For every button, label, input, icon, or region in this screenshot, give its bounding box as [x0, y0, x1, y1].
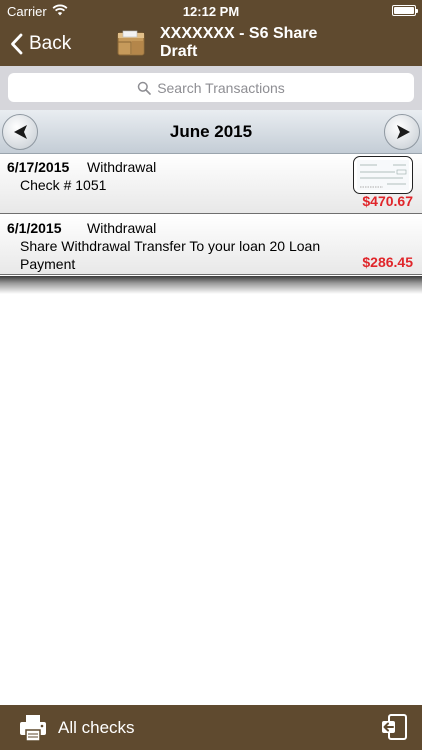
- bottom-toolbar: All checks: [0, 705, 422, 750]
- check-image-icon: [357, 160, 409, 190]
- clock: 12:12 PM: [182, 4, 240, 19]
- search-bar: Search Transactions: [0, 66, 422, 110]
- transaction-description: Share Withdrawal Transfer To your loan 2…: [20, 238, 321, 272]
- transaction-amount: $470.67: [362, 193, 413, 209]
- header: Carrier 12:12 PM Back XXXXXXX - S6 Share…: [0, 0, 422, 66]
- status-bar: Carrier 12:12 PM: [0, 0, 422, 22]
- transaction-amount: $286.45: [362, 254, 413, 270]
- transaction-row[interactable]: 6/1/2015 Withdrawal Share Withdrawal Tra…: [0, 215, 422, 275]
- all-checks-label: All checks: [58, 718, 135, 737]
- page-title: XXXXXXX - S6 Share Draft: [160, 25, 318, 60]
- search-icon: [137, 81, 151, 95]
- transaction-type: Withdrawal: [87, 159, 157, 175]
- transaction-date: 6/17/2015: [7, 159, 70, 175]
- battery-icon: [392, 5, 418, 16]
- wallet-icon: [117, 30, 145, 56]
- search-placeholder: Search Transactions: [157, 79, 285, 96]
- transaction-description: Check # 1051: [20, 177, 107, 193]
- search-input[interactable]: Search Transactions: [8, 73, 414, 102]
- transaction-type: Withdrawal: [87, 220, 157, 236]
- all-checks-button[interactable]: All checks: [18, 712, 135, 744]
- next-month-button[interactable]: [384, 114, 420, 150]
- chevron-left-icon: [11, 33, 23, 55]
- back-button[interactable]: Back: [10, 32, 71, 56]
- printer-icon: [20, 715, 46, 742]
- exit-icon[interactable]: [380, 713, 408, 741]
- list-end-divider: [0, 276, 422, 294]
- arrow-right-icon: [397, 125, 410, 139]
- nav-bar: Back XXXXXXX - S6 Share Draft: [0, 22, 422, 66]
- check-image-thumbnail[interactable]: [353, 156, 413, 194]
- transaction-row[interactable]: 6/17/2015 Withdrawal Check # 1051 $470.6…: [0, 154, 422, 214]
- back-label: Back: [29, 33, 72, 54]
- transaction-date: 6/1/2015: [7, 220, 62, 236]
- month-label: June 2015: [169, 122, 253, 141]
- month-bar: June 2015: [0, 110, 422, 154]
